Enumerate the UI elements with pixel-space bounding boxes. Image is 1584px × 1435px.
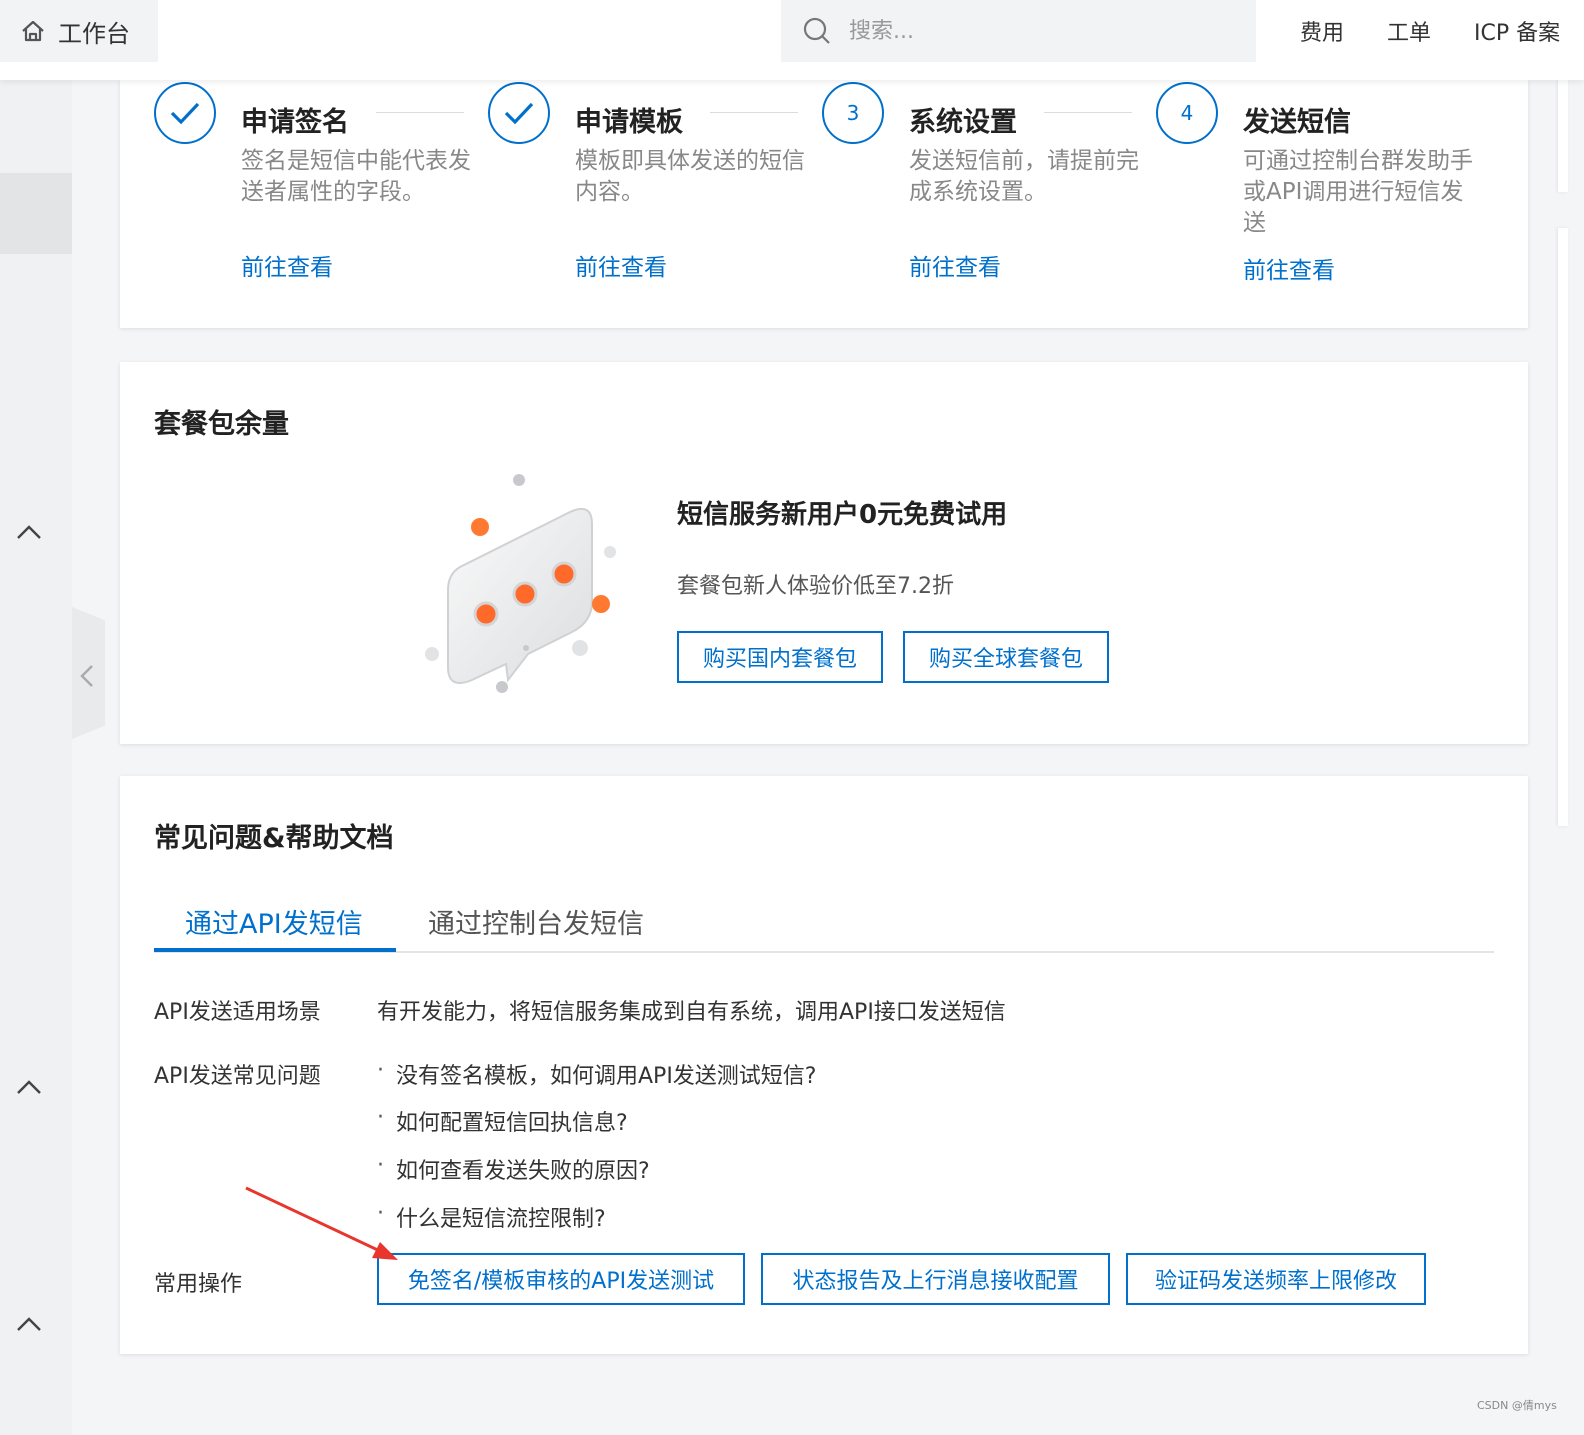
workbench-label: 工作台 bbox=[58, 19, 130, 48]
tab-api-sms[interactable]: 通过API发短信 bbox=[185, 902, 363, 941]
faq-item-text: 什么是短信流控限制? bbox=[396, 1207, 606, 1232]
left-sidebar bbox=[0, 80, 72, 1435]
step-system-settings: 3 系统设置 发送短信前，请提前完成系统设置。 前往查看 bbox=[788, 80, 1139, 330]
bullet: · bbox=[377, 1105, 384, 1130]
step-title: 发送短信 bbox=[1243, 107, 1351, 138]
check-icon bbox=[170, 102, 200, 125]
verification-rate-limit-button[interactable]: 验证码发送频率上限修改 bbox=[1126, 1253, 1426, 1305]
package-balance-card: 套餐包余量 短信服务新用户0元免费试用 套餐包新人体验价低至7.2折 购买国内套… bbox=[120, 362, 1528, 744]
promo-subtitle: 套餐包新人体验价低至7.2折 bbox=[677, 574, 954, 599]
step-status-circle bbox=[488, 82, 550, 144]
buy-domestic-package-button[interactable]: 购买国内套餐包 bbox=[677, 631, 883, 683]
nav-tickets[interactable]: 工单 bbox=[1387, 0, 1431, 62]
step-send-sms: 4 发送短信 可通过控制台群发助手或API调用进行短信发送 前往查看 bbox=[1122, 80, 1473, 330]
common-ops-label: 常用操作 bbox=[154, 1272, 243, 1297]
step-connector bbox=[710, 112, 798, 113]
check-icon bbox=[504, 102, 534, 125]
right-panel-edge bbox=[1558, 80, 1568, 192]
step-view-link[interactable]: 前往查看 bbox=[1243, 251, 1335, 285]
faq-item[interactable]: · 如何查看发送失败的原因? bbox=[377, 1153, 650, 1185]
step-connector bbox=[376, 112, 464, 113]
faq-help-card: 常见问题&帮助文档 通过API发短信 通过控制台发短信 API发送适用场景 有开… bbox=[120, 776, 1528, 1354]
faq-item-text: 如何查看发送失败的原因? bbox=[396, 1159, 650, 1184]
bullet: · bbox=[377, 1153, 384, 1178]
scenario-label: API发送适用场景 bbox=[154, 1000, 321, 1025]
step-apply-signature: 申请签名 签名是短信中能代表发送者属性的字段。 前往查看 bbox=[120, 80, 471, 330]
status-report-config-button[interactable]: 状态报告及上行消息接收配置 bbox=[761, 1253, 1110, 1305]
chevron-up-icon[interactable] bbox=[14, 522, 44, 542]
step-description: 签名是短信中能代表发送者属性的字段。 bbox=[241, 148, 471, 205]
tab-console-sms[interactable]: 通过控制台发短信 bbox=[428, 902, 644, 941]
bullet: · bbox=[377, 1058, 384, 1083]
step-number-circle: 3 bbox=[822, 82, 884, 144]
step-number-circle: 4 bbox=[1156, 82, 1218, 144]
chevron-up-icon[interactable] bbox=[14, 1077, 44, 1097]
step-status-circle bbox=[154, 82, 216, 144]
faq-item[interactable]: · 如何配置短信回执信息? bbox=[377, 1105, 628, 1137]
step-title: 系统设置 bbox=[909, 107, 1017, 138]
faq-item-text: 如何配置短信回执信息? bbox=[396, 1111, 628, 1136]
sidebar-collapse-toggle[interactable] bbox=[72, 607, 105, 739]
search-icon bbox=[803, 17, 830, 44]
top-bar: 工作台 费用 工单 ICP 备案 bbox=[0, 0, 1584, 80]
steps-card: 申请签名 签名是短信中能代表发送者属性的字段。 前往查看 申请模板 模板即具体发… bbox=[120, 80, 1528, 328]
step-title: 申请模板 bbox=[575, 107, 683, 138]
faq-item-text: 没有签名模板，如何调用API发送测试短信? bbox=[396, 1064, 817, 1089]
nav-icp-filing[interactable]: ICP 备案 bbox=[1474, 0, 1560, 62]
faq-item[interactable]: · 没有签名模板，如何调用API发送测试短信? bbox=[377, 1058, 816, 1090]
chat-bubble-illustration bbox=[425, 474, 616, 693]
buy-global-package-button[interactable]: 购买全球套餐包 bbox=[903, 631, 1109, 683]
chevron-left-icon bbox=[80, 665, 93, 687]
api-send-test-button[interactable]: 免签名/模板审核的API发送测试 bbox=[377, 1253, 745, 1305]
step-apply-template: 申请模板 模板即具体发送的短信内容。 前往查看 bbox=[454, 80, 805, 330]
faq-label: API发送常见问题 bbox=[154, 1064, 321, 1089]
search-box[interactable] bbox=[781, 0, 1256, 62]
faq-item[interactable]: · 什么是短信流控限制? bbox=[377, 1201, 606, 1233]
step-description: 发送短信前，请提前完成系统设置。 bbox=[909, 148, 1139, 205]
sidebar-active-item[interactable] bbox=[0, 173, 72, 254]
right-panel-edge bbox=[1558, 228, 1568, 826]
csdn-watermark: CSDN @倩mys bbox=[1477, 1399, 1557, 1412]
step-view-link[interactable]: 前往查看 bbox=[909, 248, 1001, 282]
step-view-link[interactable]: 前往查看 bbox=[241, 248, 333, 282]
bullet: · bbox=[377, 1201, 384, 1226]
step-title: 申请签名 bbox=[241, 107, 349, 138]
home-icon bbox=[22, 20, 44, 42]
active-tab-indicator bbox=[154, 948, 396, 952]
step-description: 模板即具体发送的短信内容。 bbox=[575, 148, 805, 205]
scenario-text: 有开发能力，将短信服务集成到自有系统，调用API接口发送短信 bbox=[377, 1000, 1006, 1025]
step-view-link[interactable]: 前往查看 bbox=[575, 248, 667, 282]
card-title: 套餐包余量 bbox=[154, 409, 289, 440]
chevron-up-icon[interactable] bbox=[14, 1314, 44, 1334]
step-description: 可通过控制台群发助手或API调用进行短信发送 bbox=[1243, 148, 1473, 236]
search-input[interactable] bbox=[849, 18, 1229, 44]
promo-title: 短信服务新用户0元免费试用 bbox=[677, 500, 1008, 530]
workbench-button[interactable]: 工作台 bbox=[0, 0, 158, 62]
card-title: 常见问题&帮助文档 bbox=[154, 823, 394, 854]
step-connector bbox=[1044, 112, 1132, 113]
nav-fees[interactable]: 费用 bbox=[1300, 0, 1344, 62]
